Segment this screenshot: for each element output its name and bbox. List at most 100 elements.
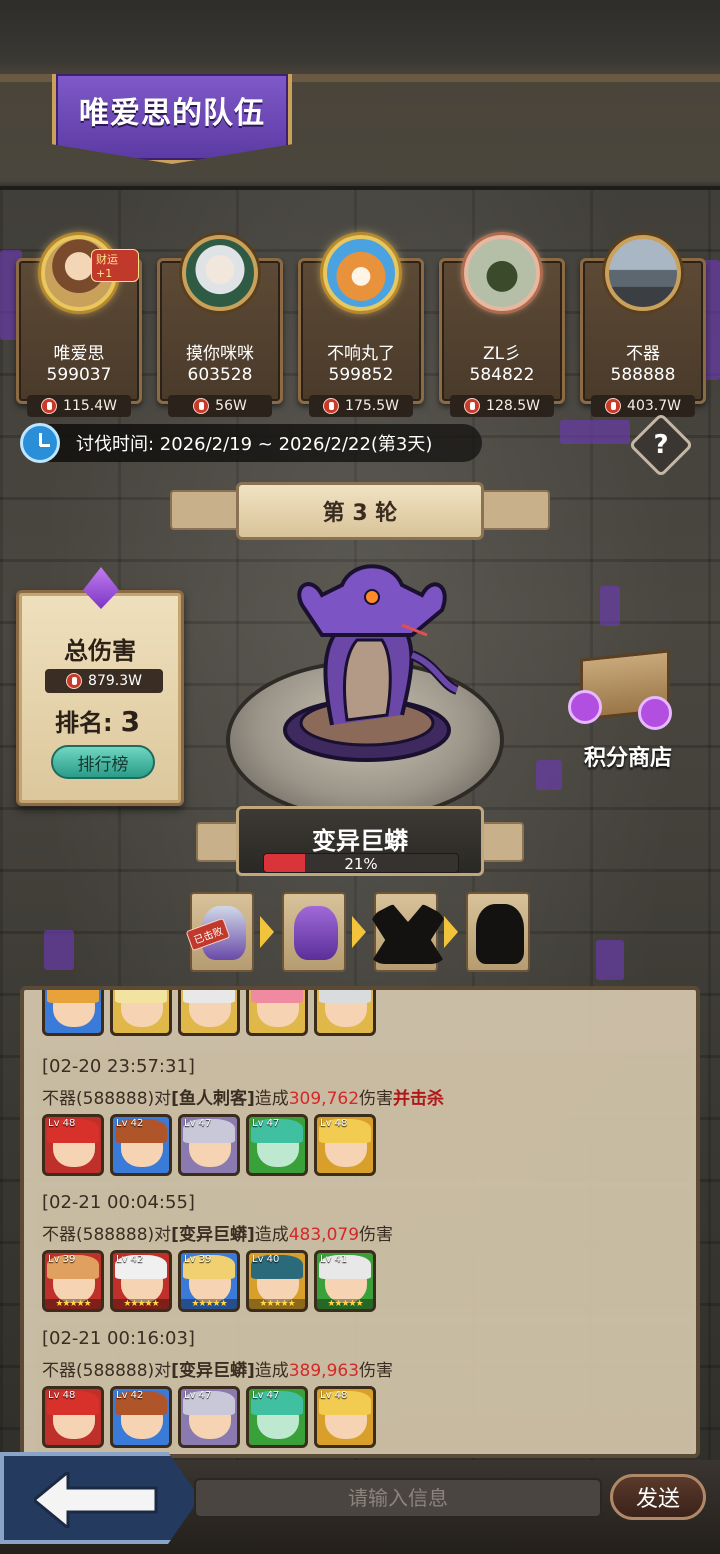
member-card[interactable]: 摸你咪咪 603528 56W [157, 235, 283, 417]
total-damage-value-box: 879.3W [45, 669, 163, 693]
hero-portrait: Lv 48 [314, 1386, 376, 1448]
member-damage: 115.4W [27, 395, 131, 417]
hero-portrait [110, 990, 172, 1036]
total-damage-value: 879.3W [88, 673, 142, 689]
avatar[interactable] [323, 235, 399, 311]
member-score: 599852 [328, 365, 394, 385]
member-name: 唯爱思 [53, 344, 105, 364]
hero-portrait: Lv 39 ★★★★★ [178, 1250, 240, 1312]
round-label: 第 3 轮 [322, 501, 398, 526]
log-message: 不器(588888)对[变异巨蟒]造成483,079伤害 [42, 1225, 394, 1245]
member-name: 不响丸了 [327, 344, 395, 364]
coin-icon [638, 696, 672, 730]
hero-portrait: Lv 41 ★★★★★ [314, 1250, 376, 1312]
boss-name-plate: 变异巨蟒 21% [196, 800, 524, 882]
damage-icon [605, 398, 622, 414]
hero-row: Lv 39 ★★★★★ Lv 42 ★★★★★ Lv 39 ★★★★★ Lv 40 ★★… [42, 1250, 376, 1312]
serpent-icon [294, 906, 338, 960]
hero-portrait [178, 990, 240, 1036]
hero-portrait: Lv 47 [246, 1114, 308, 1176]
chat-input[interactable] [194, 1478, 602, 1518]
total-damage-panel: 总伤害 879.3W 排名: 3 排行榜 [16, 567, 184, 806]
hero-portrait: Lv 42 ★★★★★ [110, 1250, 172, 1312]
back-button[interactable] [0, 1452, 200, 1544]
hero-portrait [42, 990, 104, 1036]
hero-portrait: Lv 47 [178, 1114, 240, 1176]
hero-row: Lv 48 Lv 42 Lv 47 Lv 47 Lv 48 [42, 1386, 376, 1448]
arrow-icon [260, 916, 274, 948]
member-name: ZL彡 [482, 344, 522, 364]
log-message: 不器(588888)对[变异巨蟒]造成389,963伤害 [42, 1361, 394, 1381]
log-entry: [02-20 23:57:31] 不器(588888)对[鱼人刺客]造成309,… [36, 1052, 692, 1180]
member-card[interactable]: 不响丸了 599852 175.5W [298, 235, 424, 417]
crack-decor [44, 930, 74, 970]
stage-progress: 已击败 [185, 892, 532, 972]
crack-decor [560, 420, 630, 444]
damage-icon [193, 398, 210, 414]
round-banner: 第 3 轮 [170, 476, 550, 546]
stage-2[interactable] [282, 892, 346, 972]
log-entry: [02-21 00:04:55] 不器(588888)对[变异巨蟒]造成483,… [36, 1188, 692, 1316]
stage-4[interactable] [466, 892, 530, 972]
griffin-silhouette-icon [370, 904, 446, 964]
hero-portrait: Lv 48 [314, 1114, 376, 1176]
points-shop-label: 积分商店 [583, 746, 672, 771]
arrow-icon [352, 916, 366, 948]
hunt-time-text: 讨伐时间: 2026/2/19 ~ 2026/2/22(第3天) [76, 434, 433, 455]
send-button[interactable]: 发送 [610, 1474, 706, 1520]
boss-hp-percent: 21% [344, 855, 378, 873]
rank-value: 3 [120, 705, 141, 738]
member-list: 财运+1 唯爱思 599037 115.4W 摸你咪咪 603528 56W 不… [16, 232, 706, 417]
member-card[interactable]: ZL彡 584822 128.5W [439, 235, 565, 417]
log-entry: [02-21 00:16:03] 不器(588888)对[变异巨蟒]造成389,… [36, 1324, 692, 1452]
member-damage-value: 115.4W [63, 398, 117, 414]
hero-portrait: Lv 47 [246, 1386, 308, 1448]
avatar[interactable] [605, 235, 681, 311]
rank: 排名: 3 [55, 703, 140, 738]
stage-3[interactable] [370, 892, 446, 972]
boss-plate: 变异巨蟒 21% [236, 806, 484, 876]
hero-portrait: Lv 40 ★★★★★ [246, 1250, 308, 1312]
member-card[interactable]: 不器 588888 403.7W [580, 235, 706, 417]
damage-icon [464, 398, 481, 414]
member-card[interactable]: 财运+1 唯爱思 599037 115.4W [16, 235, 142, 417]
demon-silhouette-icon [476, 904, 524, 964]
log-time: [02-21 00:16:03] [42, 1328, 195, 1349]
damage-icon [323, 398, 340, 414]
avatar[interactable] [182, 235, 258, 311]
hero-row: Lv 48 Lv 42 Lv 47 Lv 47 Lv 48 [42, 1114, 376, 1176]
total-damage-title: 总伤害 [64, 637, 136, 665]
hero-portrait [314, 990, 376, 1036]
hero-portrait: Lv 39 ★★★★★ [42, 1250, 104, 1312]
member-score: 603528 [187, 365, 253, 385]
boss-serpent-image[interactable] [262, 555, 472, 775]
damage-icon [66, 673, 83, 689]
hero-portrait: Lv 48 [42, 1114, 104, 1176]
damage-icon [41, 398, 58, 414]
hero-row [42, 990, 376, 1036]
member-damage-value: 175.5W [345, 398, 399, 414]
avatar[interactable] [464, 235, 540, 311]
log-message: 不器(588888)对[鱼人刺客]造成309,762伤害并击杀 [42, 1089, 445, 1109]
round-plate: 第 3 轮 [236, 482, 484, 540]
member-damage: 56W [168, 395, 272, 417]
arrow-icon [444, 916, 458, 948]
boss-hp-bar: 21% [263, 853, 459, 873]
points-shop-button[interactable]: 积分商店 [558, 636, 698, 776]
member-damage: 403.7W [591, 395, 695, 417]
stage-1[interactable]: 已击败 [185, 892, 254, 972]
back-arrow-icon [34, 1472, 158, 1528]
log-time: [02-21 00:04:55] [42, 1192, 195, 1213]
battle-log[interactable]: [02-20 23:57:31] 不器(588888)对[鱼人刺客]造成309,… [20, 986, 700, 1458]
team-title: 唯爱思的队伍 [79, 96, 265, 131]
rank-label: 排名: [55, 709, 113, 737]
member-damage-value: 128.5W [486, 398, 540, 414]
hero-portrait [246, 990, 308, 1036]
clock-icon [20, 423, 60, 463]
question-icon: ? [653, 430, 669, 460]
leaderboard-button[interactable]: 排行榜 [51, 745, 155, 779]
fortune-badge: 财运+1 [91, 249, 139, 282]
crack-decor [596, 940, 624, 980]
crack-decor [600, 586, 620, 626]
member-damage-value: 56W [215, 398, 247, 414]
